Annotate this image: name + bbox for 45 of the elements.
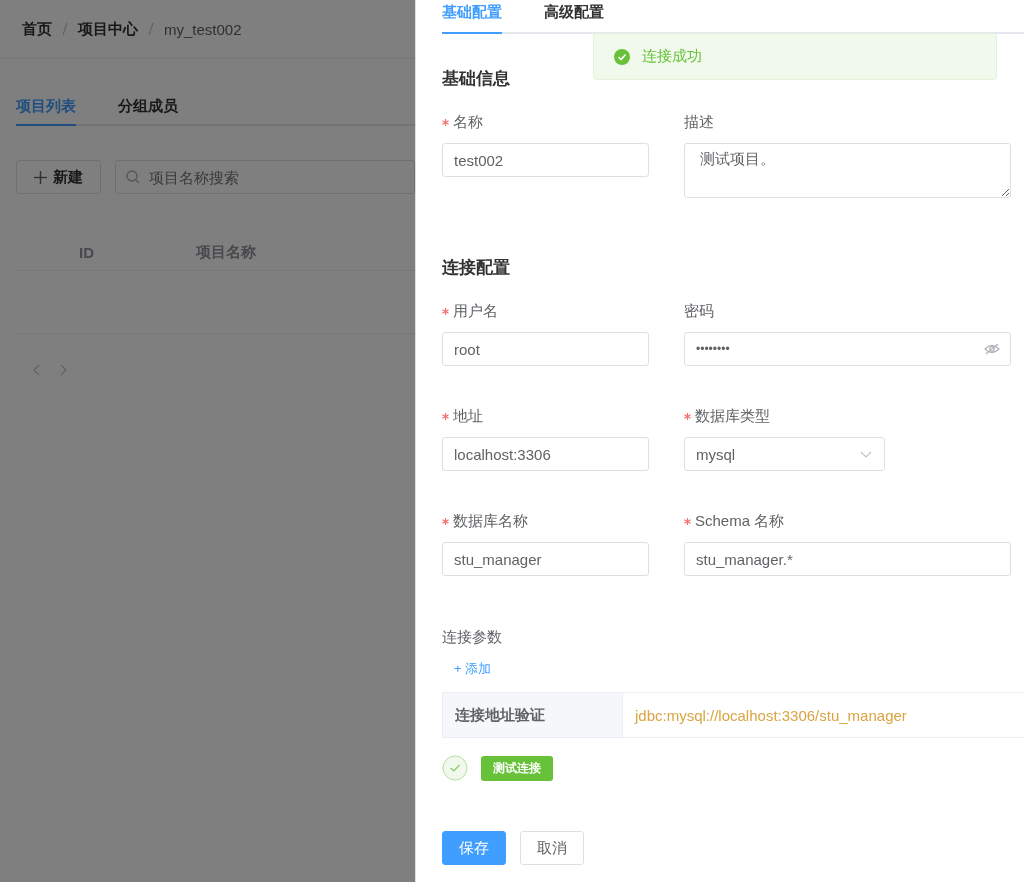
breadcrumb-item[interactable]: 项目中心 [78,19,138,39]
required-mark-icon [442,517,449,525]
text-field[interactable]: stu_manager [442,542,649,576]
slash-icon [148,22,154,36]
new-button[interactable]: 新建 [16,160,101,194]
required-mark-icon [442,412,449,420]
field-label: Schema 名称 [695,511,785,531]
breadcrumb-item[interactable]: 首页 [22,19,52,39]
check-circle-icon [614,48,630,65]
field-label: 用户名 [453,301,498,321]
text-field[interactable]: stu_manager.* [684,542,1011,576]
text-field[interactable]: test002 [442,143,649,177]
text-field[interactable]: root [442,332,649,366]
field-label: 密码 [684,301,714,321]
tab[interactable]: 分组成员 [118,97,178,126]
description-field[interactable]: 测试项目。 [684,143,1011,198]
field-label: 描述 [684,112,714,132]
password-field[interactable]: •••••••• [684,332,1011,366]
eye-slash-icon[interactable] [984,343,1000,355]
plus-icon [34,170,47,184]
jdbc-url: jdbc:mysql://localhost:3306/stu_manager [633,705,907,726]
chevron-left-icon[interactable] [32,364,40,376]
cancel-button[interactable]: 取消 [520,831,584,865]
required-mark-icon [442,307,449,315]
required-mark-icon [442,118,449,126]
field-label: 地址 [453,406,483,426]
chevron-down-icon [860,450,872,458]
database-type-select[interactable]: mysql [684,437,885,471]
field-label: 名称 [453,112,483,132]
required-mark-icon [684,412,691,420]
text-field[interactable]: localhost:3306 [442,437,649,471]
required-mark-icon [684,517,691,525]
field-label: 数据库类型 [695,406,770,426]
search-field[interactable]: 项目名称搜索 [115,160,415,194]
verify-label: 连接地址验证 [443,693,623,737]
search-icon [126,170,140,184]
field-label: 连接参数 [442,628,503,647]
breadcrumb-item[interactable]: my_test002 [164,20,242,38]
slash-icon [62,22,68,36]
field-label: 数据库名称 [453,511,528,531]
section-title: 连接配置 [442,257,511,279]
section-title: 基础信息 [442,68,511,90]
toast-message: 连接成功 [642,47,702,66]
chevron-right-icon[interactable] [60,364,68,376]
tab[interactable]: 高级配置 [544,0,604,34]
